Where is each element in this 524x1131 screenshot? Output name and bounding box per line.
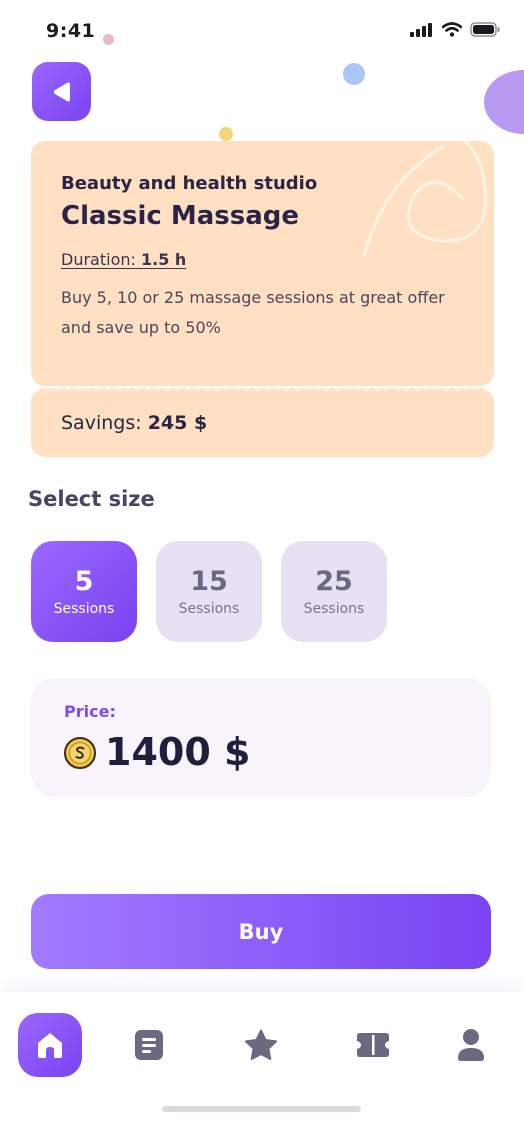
tab-tickets[interactable]	[341, 1013, 405, 1077]
size-label: Sessions	[53, 601, 115, 617]
offer-description: Buy 5, 10 or 25 massage sessions at grea…	[61, 288, 445, 337]
size-number: 5	[74, 566, 94, 597]
tab-bar	[0, 992, 524, 1131]
savings-card: Savings: 245 $	[31, 388, 494, 457]
duration-value: 1.5 h	[140, 250, 187, 269]
decor-dot-yellow	[219, 127, 233, 141]
tab-home[interactable]	[18, 1013, 82, 1077]
price-value: 1400 $	[105, 730, 251, 774]
document-icon	[135, 1030, 163, 1060]
decor-dot-pink	[103, 34, 114, 45]
status-time: 9:41	[46, 20, 96, 42]
star-icon	[245, 1029, 277, 1060]
duration-label: Duration:	[61, 250, 136, 269]
profile-icon	[458, 1029, 484, 1061]
screen: 9:41 Beauty and health studio Classic Ma…	[0, 0, 524, 1131]
size-option-5[interactable]: 5 Sessions	[31, 541, 137, 642]
home-icon	[38, 1033, 62, 1058]
offer-card: Beauty and health studio Classic Massage…	[31, 141, 494, 386]
decor-circle-purple	[484, 70, 524, 134]
battery-icon	[470, 22, 500, 37]
studio-name: Beauty and health studio	[61, 173, 318, 194]
price-label: Price:	[64, 702, 116, 721]
price-card: Price: 1400 $	[31, 678, 491, 797]
duration: Duration: 1.5 h	[61, 250, 186, 269]
tab-documents[interactable]	[117, 1013, 181, 1077]
coin-icon	[64, 737, 96, 769]
size-label: Sessions	[178, 601, 240, 617]
savings-label: Savings:	[61, 412, 142, 434]
signal-icon	[410, 22, 432, 37]
back-button[interactable]	[32, 62, 91, 121]
size-option-25[interactable]: 25 Sessions	[281, 541, 387, 642]
tab-favorites[interactable]	[229, 1013, 293, 1077]
back-arrow-icon	[53, 82, 70, 101]
size-option-15[interactable]: 15 Sessions	[156, 541, 262, 642]
status-icons	[410, 22, 500, 37]
size-label: Sessions	[303, 601, 365, 617]
service-title: Classic Massage	[61, 201, 300, 231]
buy-button[interactable]: Buy	[31, 894, 491, 969]
savings: Savings: 245 $	[61, 412, 207, 434]
size-number: 15	[190, 566, 228, 597]
decor-dot-blue	[343, 63, 365, 85]
home-indicator	[162, 1106, 361, 1112]
savings-value: 245 $	[147, 412, 208, 434]
wifi-icon	[442, 22, 462, 37]
tab-profile[interactable]	[439, 1013, 503, 1077]
size-number: 25	[315, 566, 353, 597]
card-decoration	[362, 141, 488, 257]
select-size-title: Select size	[28, 487, 155, 511]
ticket-icon	[357, 1033, 389, 1057]
